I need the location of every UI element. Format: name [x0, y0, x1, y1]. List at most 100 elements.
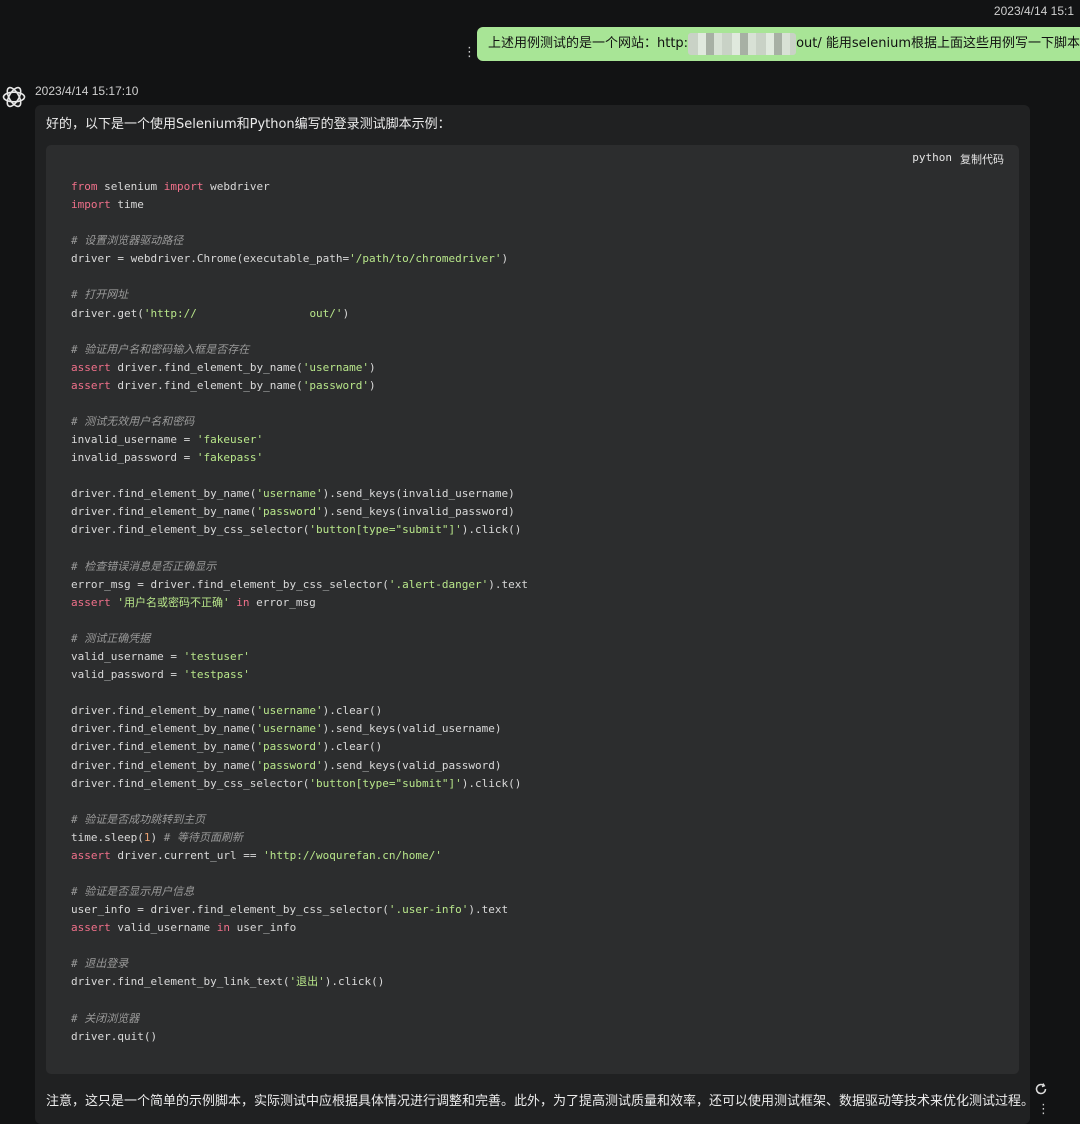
code-line: # 关闭浏览器: [71, 1010, 528, 1028]
code-line: driver.find_element_by_name('password').…: [71, 738, 528, 756]
code-token: driver.find_element_by_name(: [71, 704, 257, 718]
code-token: ): [342, 306, 350, 320]
code-token: driver.find_element_by_name(: [71, 740, 257, 754]
code-line: assert valid_username in user_info: [71, 919, 528, 937]
code-token: selenium: [97, 180, 164, 193]
code-line: # 设置浏览器驱动路径: [71, 232, 528, 250]
code-line: # 验证是否显示用户信息: [71, 883, 528, 901]
code-token: driver.find_element_by_name(: [71, 722, 257, 736]
code-string: 'username': [256, 487, 323, 501]
code-line: # 测试正确凭据: [71, 630, 528, 648]
user-message-text-end: out/ 能用selenium根据上面这些用例写一下脚本吗: [796, 36, 1080, 51]
code-keyword: import: [163, 180, 204, 193]
code-string: 'username': [302, 360, 370, 374]
code-line: driver.find_element_by_css_selector('but…: [71, 521, 528, 539]
code-string: '退出': [289, 975, 325, 989]
code-content: from selenium import webdriver import tim…: [71, 178, 528, 1046]
code-token: driver.find_element_by_name(: [71, 758, 257, 772]
code-token: driver.find_element_by_name(: [71, 505, 257, 519]
code-token: ).send_keys(invalid_password): [322, 505, 515, 519]
code-token: ).text: [468, 903, 509, 917]
code-token: ): [369, 360, 376, 374]
code-comment: # 退出登录: [71, 957, 129, 971]
code-string: '/path/to/chromedriver': [349, 252, 502, 266]
code-keyword: assert: [71, 921, 111, 935]
code-line: error_msg = driver.find_element_by_css_s…: [71, 576, 528, 594]
code-token: ).send_keys(valid_username): [322, 722, 502, 736]
code-line: driver.find_element_by_name('password').…: [71, 503, 528, 521]
code-keyword: assert: [71, 595, 111, 609]
assistant-message-timestamp: 2023/4/14 15:17:10: [35, 84, 139, 98]
code-string: 'password': [256, 505, 323, 519]
code-token: ).click(): [461, 523, 522, 537]
user-message-bubble: 上述用例测试的是一个网站：http: out/ 能用selenium根据上面这些用…: [477, 27, 1080, 61]
code-line: driver = webdriver.Chrome(executable_pat…: [71, 250, 528, 268]
code-token: driver.find_element_by_link_text(: [71, 975, 290, 989]
code-token: driver.quit(): [71, 1029, 158, 1043]
code-line: import time: [71, 196, 528, 214]
code-token: time.sleep(: [71, 830, 144, 844]
code-token: driver = webdriver.Chrome(executable_pat…: [71, 252, 350, 266]
code-comment: # 验证用户名和密码输入框是否存在: [71, 342, 250, 356]
code-line: valid_password = 'testpass': [71, 666, 528, 684]
code-keyword: in: [216, 921, 230, 935]
code-comment: # 打开网址: [71, 288, 129, 302]
code-language-label: python: [912, 151, 952, 164]
code-token: error_msg = driver.find_element_by_css_s…: [71, 577, 389, 591]
code-token: driver.current_url ==: [110, 848, 264, 862]
code-comment: # 测试无效用户名和密码: [71, 415, 195, 429]
user-message-more-icon[interactable]: ⋮: [463, 46, 476, 59]
code-string: 'password': [256, 758, 323, 772]
code-string: '用户名或密码不正确': [117, 595, 230, 609]
code-token: webdriver: [203, 180, 270, 193]
code-line: # 验证是否成功跳转到主页: [71, 811, 528, 829]
code-token: driver.find_element_by_css_selector(: [71, 523, 310, 537]
openai-logo-icon: [2, 86, 26, 108]
code-token: driver.get(: [71, 306, 144, 320]
code-string: out/': [309, 306, 343, 320]
code-string: 'username': [256, 722, 323, 736]
assistant-message-more-icon[interactable]: ⋮: [1037, 1103, 1050, 1116]
code-line: driver.find_element_by_name('username').…: [71, 485, 528, 503]
code-line: time.sleep(1) # 等待页面刷新: [71, 829, 528, 847]
user-message-text-start: 上述用例测试的是一个网站：http:: [488, 36, 689, 51]
code-comment: # 检查错误消息是否正确显示: [71, 559, 217, 573]
code-keyword: import: [71, 198, 111, 212]
code-string: '.alert-danger': [388, 577, 489, 591]
code-line: assert driver.current_url == 'http://woq…: [71, 847, 528, 865]
code-line: assert '用户名或密码不正确' in error_msg: [71, 594, 528, 612]
code-line: valid_username = 'testuser': [71, 648, 528, 666]
code-token: ): [150, 830, 164, 844]
redacted-url-blur: [688, 32, 797, 55]
code-keyword: in: [236, 595, 250, 609]
code-comment: # 等待页面刷新: [163, 830, 243, 844]
code-string: 'http://woqurefan.cn/home/': [263, 848, 442, 862]
assistant-intro-text: 好的，以下是一个使用Selenium和Python编写的登录测试脚本示例：: [46, 117, 451, 132]
code-line: # 打开网址: [71, 286, 528, 304]
code-comment: # 关闭浏览器: [71, 1011, 140, 1025]
code-comment: # 设置浏览器驱动路径: [71, 234, 184, 248]
code-token: ).send_keys(invalid_username): [322, 487, 515, 501]
code-token: ): [501, 252, 509, 266]
refresh-icon[interactable]: [1034, 1082, 1048, 1096]
code-keyword: from: [71, 180, 98, 193]
code-token: error_msg: [249, 595, 316, 609]
code-line: # 检查错误消息是否正确显示: [71, 558, 528, 576]
code-token: ).click(): [324, 975, 385, 989]
code-token: valid_username: [110, 921, 217, 935]
code-comment: # 验证是否显示用户信息: [71, 885, 195, 899]
code-line: invalid_password = 'fakepass': [71, 449, 528, 467]
code-line: # 测试无效用户名和密码: [71, 413, 528, 431]
code-token: driver.find_element_by_css_selector(: [71, 776, 310, 790]
code-token: ).clear(): [322, 704, 383, 718]
code-keyword: assert: [71, 378, 111, 392]
copy-code-button[interactable]: 复制代码: [960, 151, 1004, 167]
code-string: 'fakeuser': [196, 433, 264, 447]
code-token: time: [110, 198, 144, 212]
user-message-timestamp: 2023/4/14 15:1: [993, 4, 1074, 18]
